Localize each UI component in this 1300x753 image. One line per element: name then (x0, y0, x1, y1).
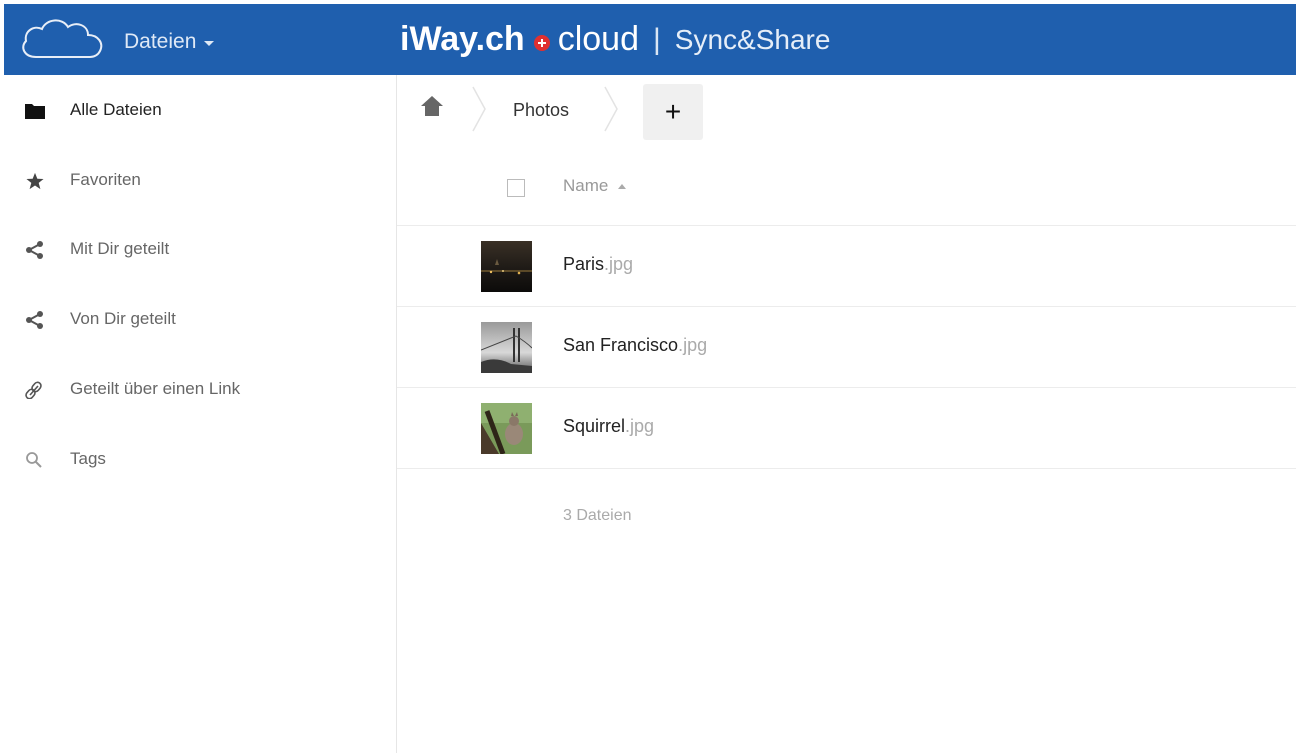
star-icon (26, 172, 44, 190)
sidebar-item-label: Mit Dir geteilt (70, 239, 170, 258)
brand-logo: iWay.ch cloud | Sync&Share (400, 20, 830, 59)
cloud-logo-icon[interactable] (18, 17, 106, 63)
share-icon (26, 311, 43, 329)
sidebar-item-favorites[interactable]: Favoriten (4, 161, 384, 201)
san-francisco-thumbnail-image (481, 322, 532, 373)
file-row[interactable]: San Francisco.jpg (397, 307, 1296, 388)
file-list-header: Name (397, 158, 1296, 226)
breadcrumb-separator (472, 86, 486, 132)
file-extension: .jpg (625, 416, 655, 436)
paris-thumbnail-image (481, 241, 532, 292)
chevron-down-icon (204, 41, 215, 46)
file-name[interactable]: Squirrel.jpg (563, 416, 654, 437)
file-count-summary: 3 Dateien (563, 507, 632, 524)
new-file-button[interactable]: + (643, 84, 703, 140)
sidebar-item-all-files[interactable]: Alle Dateien (4, 91, 384, 131)
file-name[interactable]: San Francisco.jpg (563, 335, 707, 356)
file-extension: .jpg (604, 254, 634, 274)
brand-separator: | (652, 22, 661, 56)
sort-ascending-icon (618, 183, 627, 189)
search-icon (26, 452, 42, 468)
file-row[interactable]: Squirrel.jpg (397, 388, 1296, 469)
file-extension: .jpg (678, 335, 708, 355)
sidebar-item-tags[interactable]: Tags (4, 440, 384, 480)
sidebar-item-label: Favoriten (70, 170, 141, 189)
sidebar-item-label: Tags (70, 449, 106, 468)
link-icon (25, 381, 42, 399)
file-name[interactable]: Paris.jpg (563, 254, 633, 275)
sidebar-item-shared-with-you[interactable]: Mit Dir geteilt (4, 230, 384, 270)
sidebar-navigation: Alle Dateien Favoriten Mit Dir geteilt V… (4, 75, 397, 753)
breadcrumb-separator (604, 86, 618, 132)
app-menu-label[interactable]: Dateien (124, 30, 196, 54)
home-icon[interactable] (419, 94, 445, 118)
share-icon (26, 241, 43, 259)
select-all-checkbox[interactable] (507, 179, 525, 197)
swiss-cross-icon (533, 34, 550, 51)
brand-main-text: iWay.ch (400, 20, 525, 58)
file-row[interactable]: Paris.jpg (397, 226, 1296, 307)
controls-bar: Photos + (397, 80, 1296, 142)
file-basename: Squirrel (563, 416, 626, 436)
app-menu-dropdown[interactable]: Dateien (124, 30, 215, 54)
file-basename: Paris (563, 254, 605, 274)
folder-icon (25, 104, 45, 119)
brand-subtitle: Sync&Share (674, 23, 831, 55)
breadcrumb-photos[interactable]: Photos (513, 100, 569, 121)
sidebar-item-label: Geteilt über einen Link (70, 379, 241, 398)
sidebar-item-label: Alle Dateien (70, 100, 162, 119)
sidebar-item-shared-by-you[interactable]: Von Dir geteilt (4, 300, 384, 340)
file-basename: San Francisco (563, 335, 679, 355)
top-header: Dateien iWay.ch cloud | Sync&Share (4, 4, 1296, 75)
squirrel-thumbnail-image (481, 403, 532, 454)
brand-cloud-text: cloud (557, 20, 639, 58)
sidebar-item-label: Von Dir geteilt (70, 309, 176, 328)
name-column-header[interactable]: Name (563, 176, 627, 196)
name-column-label: Name (563, 176, 609, 195)
sidebar-item-shared-by-link[interactable]: Geteilt über einen Link (4, 370, 384, 410)
